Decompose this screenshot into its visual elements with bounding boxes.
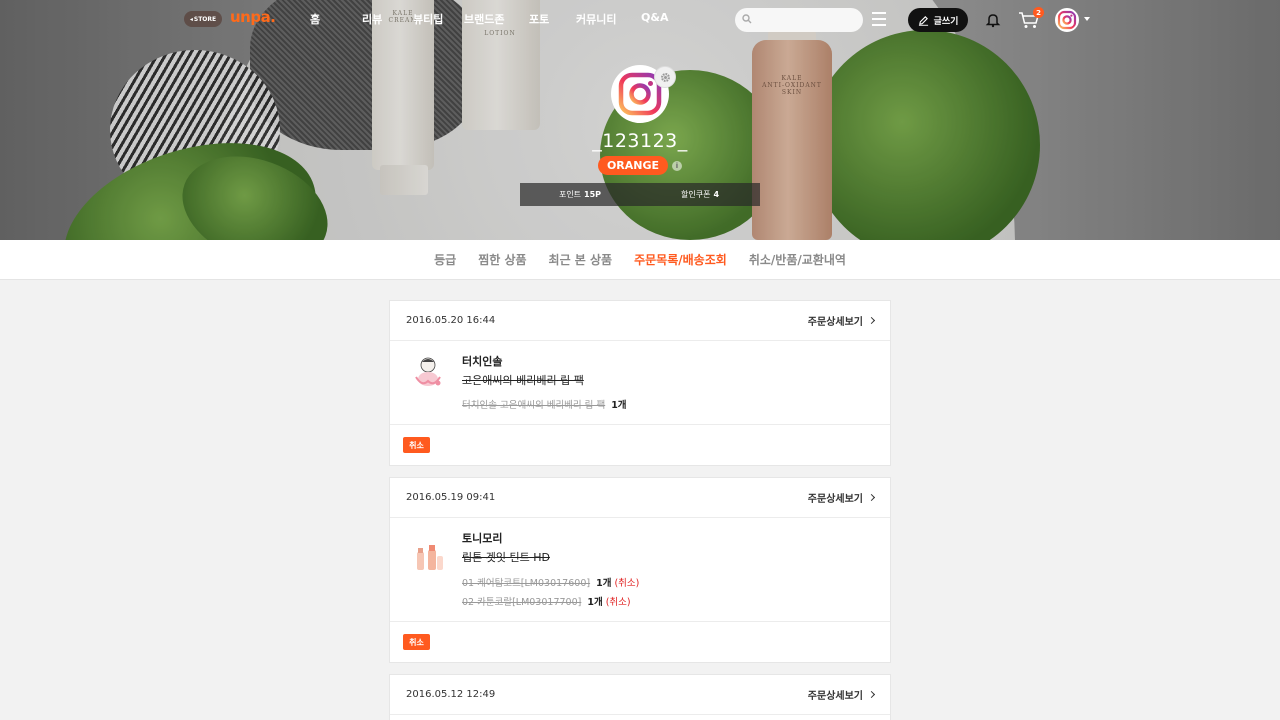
search-icon bbox=[742, 14, 752, 24]
order-detail-label: 주문상세보기 bbox=[807, 494, 863, 505]
back-arrow-icon: ◂ bbox=[189, 15, 193, 23]
product-option: 02 카툰코랄[LM03017700] 1개 (취소) bbox=[462, 594, 631, 608]
tab-cancel-return[interactable]: 취소/반품/교환내역 bbox=[749, 251, 846, 268]
order-date: 2016.05.20 16:44 bbox=[406, 315, 496, 326]
pencil-icon bbox=[918, 15, 928, 26]
product-brand: 토니모리 bbox=[462, 532, 503, 545]
order-header: 2016.05.19 09:41 주문상세보기 bbox=[390, 478, 890, 518]
option-text: 터치인솔 고은애씨의 베리베리 립 팩 bbox=[462, 400, 606, 411]
option-cancel-status: (취소) bbox=[605, 597, 631, 608]
option-text: 02 카툰코랄[LM03017700] bbox=[462, 597, 582, 608]
order-item: 토니모리 립톤 겟잇 틴트 HD 01 케어탑코트[LM03017600] 1개(… bbox=[390, 518, 890, 622]
search-input[interactable] bbox=[735, 8, 863, 32]
order-header: 2016.05.12 12:49 주문상세보기 bbox=[390, 675, 890, 715]
user-avatar[interactable] bbox=[1055, 8, 1079, 32]
product-name[interactable]: 고은애씨의 베리베리 립 팩 bbox=[462, 372, 584, 388]
product-brand: 터치인솔 bbox=[462, 355, 503, 368]
option-text: 01 케어탑코트[LM03017600] bbox=[462, 578, 591, 589]
bell-icon[interactable] bbox=[985, 12, 1001, 28]
order-footer: 취소 bbox=[390, 622, 890, 662]
menu-item-community[interactable]: 커뮤니티 bbox=[576, 11, 616, 27]
coupon-label: 할인쿠폰 bbox=[680, 190, 711, 199]
coupon-stat[interactable]: 할인쿠폰 4 bbox=[640, 183, 760, 206]
product-option: 01 케어탑코트[LM03017600] 1개 (취소) bbox=[462, 575, 639, 589]
order-card: 2016.05.20 16:44 주문상세보기 터치인솔 고은애씨의 베리베리 … bbox=[389, 300, 891, 466]
order-item: 터치인솔 고은애씨의 베리베리 립 팩 터치인솔 고은애씨의 베리베리 립 팩 1… bbox=[390, 341, 890, 425]
order-detail-label: 주문상세보기 bbox=[807, 317, 863, 328]
order-detail-link[interactable]: 주문상세보기 bbox=[807, 490, 876, 505]
product-thumbnail[interactable] bbox=[408, 538, 448, 578]
menu-item-beauty-tip[interactable]: 뷰티팁 bbox=[413, 11, 443, 27]
grade-badge: ORANGE bbox=[598, 156, 668, 175]
points-value: 15P bbox=[584, 190, 602, 199]
order-detail-link[interactable]: 주문상세보기 bbox=[807, 313, 876, 328]
profile-username: _123123_ bbox=[592, 130, 688, 152]
profile-settings-button[interactable] bbox=[654, 66, 676, 88]
unpa-logo[interactable]: unpa. bbox=[230, 8, 276, 26]
instagram-icon bbox=[1057, 10, 1077, 30]
gear-icon bbox=[660, 72, 670, 82]
option-qty: 1개 bbox=[596, 578, 612, 589]
info-icon[interactable]: i bbox=[672, 161, 682, 171]
coupon-value: 4 bbox=[713, 190, 720, 199]
menu-item-brand-zone[interactable]: 브랜드존 bbox=[464, 11, 504, 27]
option-qty: 1개 bbox=[611, 400, 627, 411]
store-button[interactable]: ◂ STORE bbox=[184, 11, 222, 27]
order-footer: 취소 bbox=[390, 425, 890, 465]
tab-wishlist[interactable]: 찜한 상품 bbox=[478, 251, 526, 268]
product-thumbnail[interactable] bbox=[408, 353, 448, 393]
product-name[interactable]: 립톤 겟잇 틴트 HD bbox=[462, 549, 550, 565]
menu-item-photo[interactable]: 포토 bbox=[529, 11, 549, 27]
product-option: 터치인솔 고은애씨의 베리베리 립 팩 1개 bbox=[462, 397, 627, 411]
menu-item-home[interactable]: 홈 bbox=[310, 11, 320, 27]
cancel-status-badge: 취소 bbox=[403, 634, 430, 650]
mypage-tabs: 등급 찜한 상품 최근 본 상품 주문목록/배송조회 취소/반품/교환내역 bbox=[0, 240, 1280, 280]
chevron-down-icon[interactable] bbox=[1084, 17, 1090, 21]
menu-item-review[interactable]: 리뷰 bbox=[362, 11, 382, 27]
cart-count-badge: 2 bbox=[1033, 7, 1044, 18]
points-stat[interactable]: 포인트 15P bbox=[520, 183, 640, 206]
order-detail-label: 주문상세보기 bbox=[807, 691, 863, 702]
order-header: 2016.05.20 16:44 주문상세보기 bbox=[390, 301, 890, 341]
order-date: 2016.05.19 09:41 bbox=[406, 492, 496, 503]
tab-orders[interactable]: 주문목록/배송조회 bbox=[634, 251, 727, 268]
option-cancel-status: (취소) bbox=[614, 578, 640, 589]
chevron-right-icon bbox=[867, 690, 876, 699]
order-card: 2016.05.19 09:41 주문상세보기 토니모리 립톤 겟잇 틴트 HD… bbox=[389, 477, 891, 663]
tab-recently-viewed[interactable]: 최근 본 상품 bbox=[549, 251, 613, 268]
profile-stats: 포인트 15P 할인쿠폰 4 bbox=[520, 183, 760, 206]
write-label: 글쓰기 bbox=[933, 16, 959, 27]
order-detail-link[interactable]: 주문상세보기 bbox=[807, 687, 876, 702]
hamburger-menu-icon[interactable] bbox=[872, 12, 886, 26]
order-date: 2016.05.12 12:49 bbox=[406, 689, 496, 700]
order-card: 2016.05.12 12:49 주문상세보기 bbox=[389, 674, 891, 720]
top-navigation: ◂ STORE unpa. 홈 리뷰 뷰티팁 브랜드존 포토 커뮤니티 Q&A … bbox=[0, 0, 1280, 40]
menu-item-qna[interactable]: Q&A bbox=[641, 11, 668, 24]
points-label: 포인트 bbox=[558, 190, 582, 199]
chevron-right-icon bbox=[867, 316, 876, 325]
store-label: STORE bbox=[193, 15, 217, 23]
tab-grade[interactable]: 등급 bbox=[434, 251, 456, 268]
cancel-status-badge: 취소 bbox=[403, 437, 430, 453]
option-qty: 1개 bbox=[587, 597, 603, 608]
write-button[interactable]: 글쓰기 bbox=[908, 8, 968, 32]
chevron-right-icon bbox=[867, 493, 876, 502]
